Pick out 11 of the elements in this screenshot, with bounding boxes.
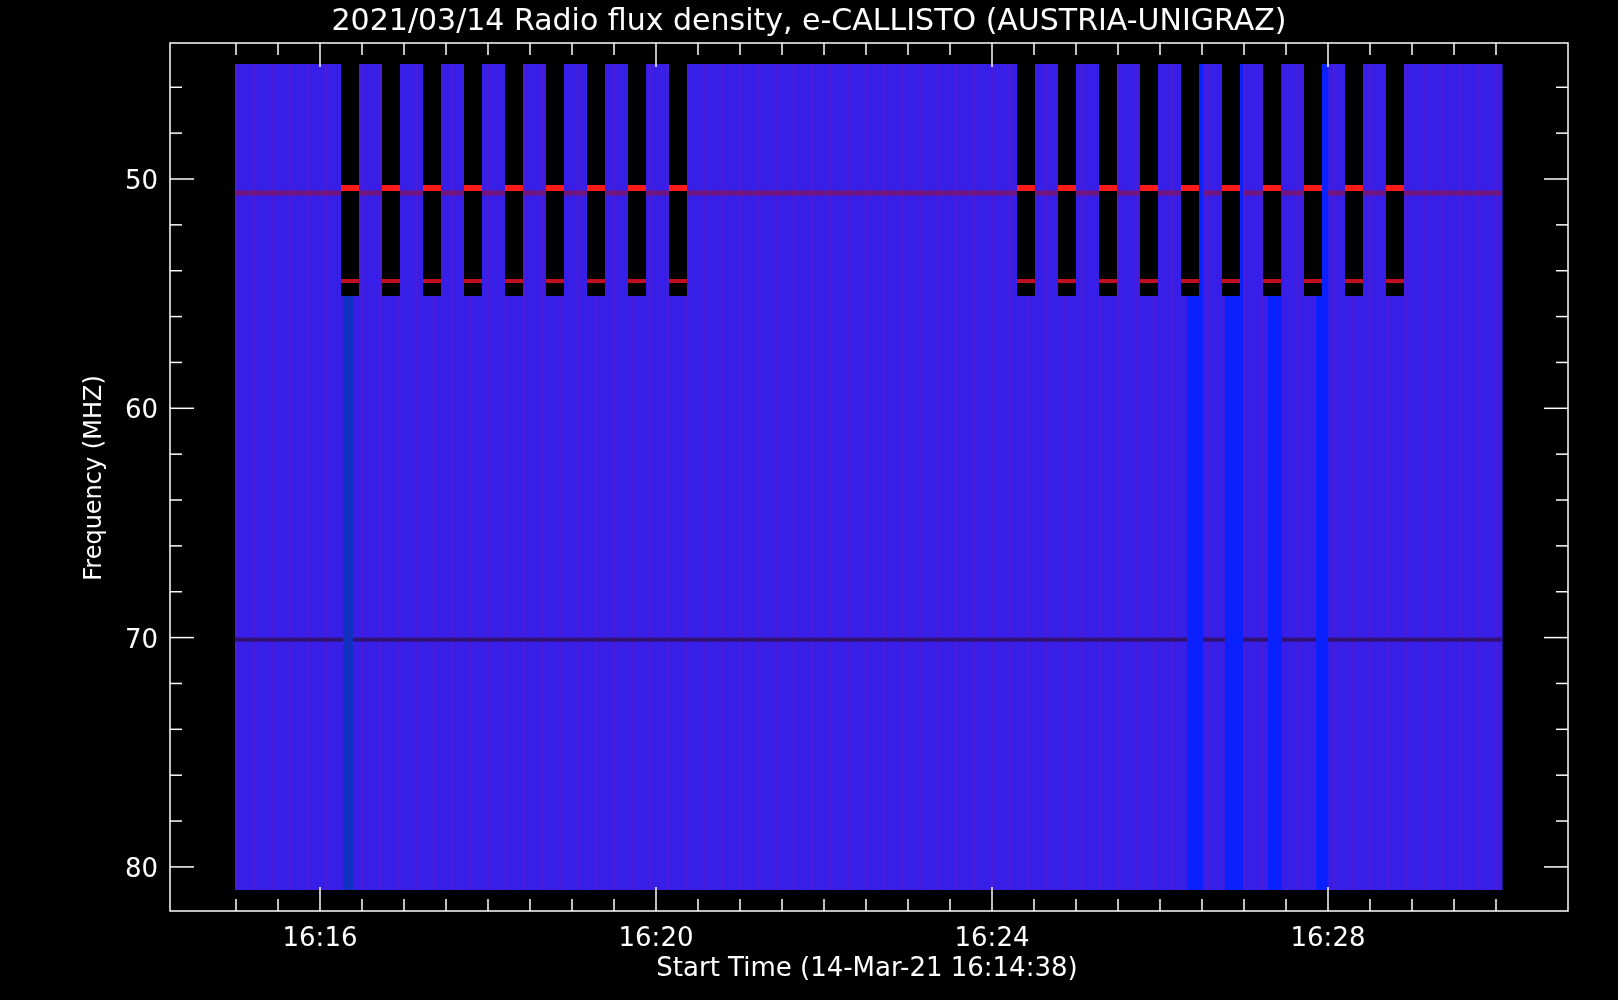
y-tick-label: 50: [124, 165, 158, 195]
x-tick-label: 16:24: [954, 922, 1030, 952]
y-tick-label: 80: [124, 852, 158, 883]
y-tick-label: 70: [124, 623, 158, 654]
x-tick-label: 16:16: [282, 922, 358, 952]
x-tick-label: 16:28: [1290, 922, 1366, 952]
chart-title: 2021/03/14 Radio flux density, e-CALLISTO (AUSTRIA-UNIGRAZ): [331, 2, 1287, 37]
y-axis-label: Frequency (MHZ): [79, 375, 107, 581]
y-tick-label: 60: [124, 394, 158, 425]
x-tick-label: 16:20: [618, 922, 694, 952]
x-axis-label: Start Time (14-Mar-21 16:14:38): [656, 952, 1078, 982]
